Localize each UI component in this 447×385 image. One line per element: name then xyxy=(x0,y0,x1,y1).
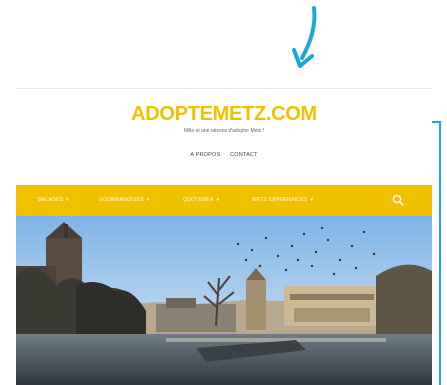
site-tagline: Mille et une raisons d'adopter Metz ! xyxy=(183,128,265,134)
website-preview: ADOPTEMETZ.COM Mille et une raisons d'ad… xyxy=(16,89,432,385)
menu-item-metz-experiences[interactable]: METZ EXPERIENCES ▾ xyxy=(252,197,313,203)
main-menu: BALADES ▾ GOURMANDISES ▾ QUOTIDIEN ▾ METZ E… xyxy=(16,185,432,216)
top-nav: A PROPOS CONTACT xyxy=(16,152,432,158)
menu-item-gourmandises[interactable]: GOURMANDISES ▾ xyxy=(99,197,150,203)
site-logo[interactable]: ADOPTEMETZ.COM xyxy=(16,103,432,126)
arrow-down-icon xyxy=(292,6,317,68)
hero-image xyxy=(16,216,432,385)
top-link-contact[interactable]: CONTACT xyxy=(230,152,258,158)
chevron-down-icon: ▾ xyxy=(310,197,314,203)
menu-item-balades[interactable]: BALADES ▾ xyxy=(38,197,69,203)
search-icon[interactable] xyxy=(392,194,404,206)
top-link-a-propos[interactable]: A PROPOS xyxy=(190,152,220,158)
menu-item-quotidien[interactable]: QUOTIDIEN ▾ xyxy=(183,197,219,203)
chevron-down-icon: ▾ xyxy=(216,197,220,203)
chevron-down-icon: ▾ xyxy=(66,197,69,203)
chevron-down-icon: ▾ xyxy=(146,197,150,203)
